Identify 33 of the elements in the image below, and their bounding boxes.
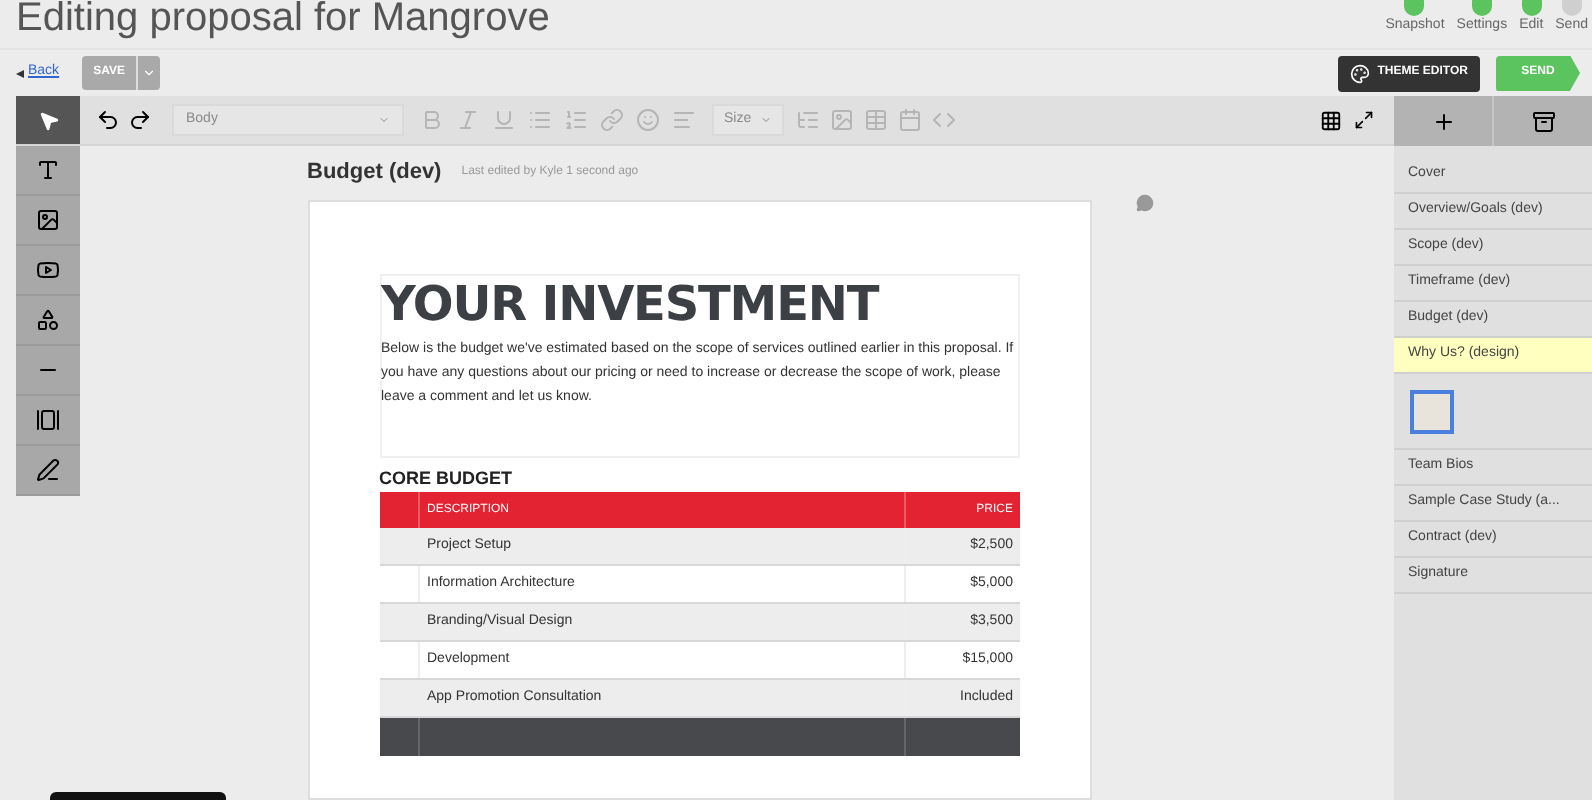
underline-icon[interactable] bbox=[492, 108, 516, 132]
table-title: CORE BUDGET bbox=[379, 466, 515, 492]
grid-icon[interactable] bbox=[1320, 109, 1342, 131]
caret-icon bbox=[378, 114, 390, 126]
document-heading: YOUR INVESTMENT bbox=[381, 276, 882, 332]
expand-icon[interactable] bbox=[1354, 110, 1374, 130]
table-icon[interactable] bbox=[864, 108, 888, 132]
bold-icon[interactable] bbox=[420, 108, 444, 132]
gallery-icon[interactable] bbox=[36, 408, 60, 432]
shapes-icon[interactable] bbox=[36, 308, 60, 332]
redo-icon[interactable] bbox=[128, 108, 152, 132]
video-icon[interactable] bbox=[36, 258, 60, 282]
image-icon[interactable] bbox=[36, 208, 60, 232]
window-title: Editing proposal for Mangrove bbox=[16, 0, 550, 36]
undo-icon[interactable] bbox=[96, 108, 120, 132]
comment-icon[interactable] bbox=[1136, 194, 1154, 212]
italic-icon[interactable] bbox=[456, 108, 480, 132]
code-icon[interactable] bbox=[932, 108, 956, 132]
link-icon[interactable] bbox=[600, 108, 624, 132]
photo-placeholder[interactable] bbox=[1410, 389, 1454, 433]
text-icon[interactable] bbox=[36, 158, 60, 182]
numbered-list-icon[interactable] bbox=[564, 108, 588, 132]
archive-icon bbox=[1531, 109, 1555, 133]
emoji-icon[interactable] bbox=[636, 108, 660, 132]
pointer-icon[interactable] bbox=[37, 109, 59, 131]
caret-icon bbox=[760, 114, 772, 126]
section-title: Budget (dev) bbox=[307, 158, 442, 189]
calendar-icon[interactable] bbox=[898, 108, 922, 132]
palette-icon bbox=[1349, 63, 1370, 83]
align-icon[interactable] bbox=[672, 108, 696, 132]
back-arrow-icon[interactable] bbox=[16, 69, 24, 77]
caret-icon bbox=[142, 66, 157, 80]
plus-icon bbox=[1431, 109, 1455, 133]
